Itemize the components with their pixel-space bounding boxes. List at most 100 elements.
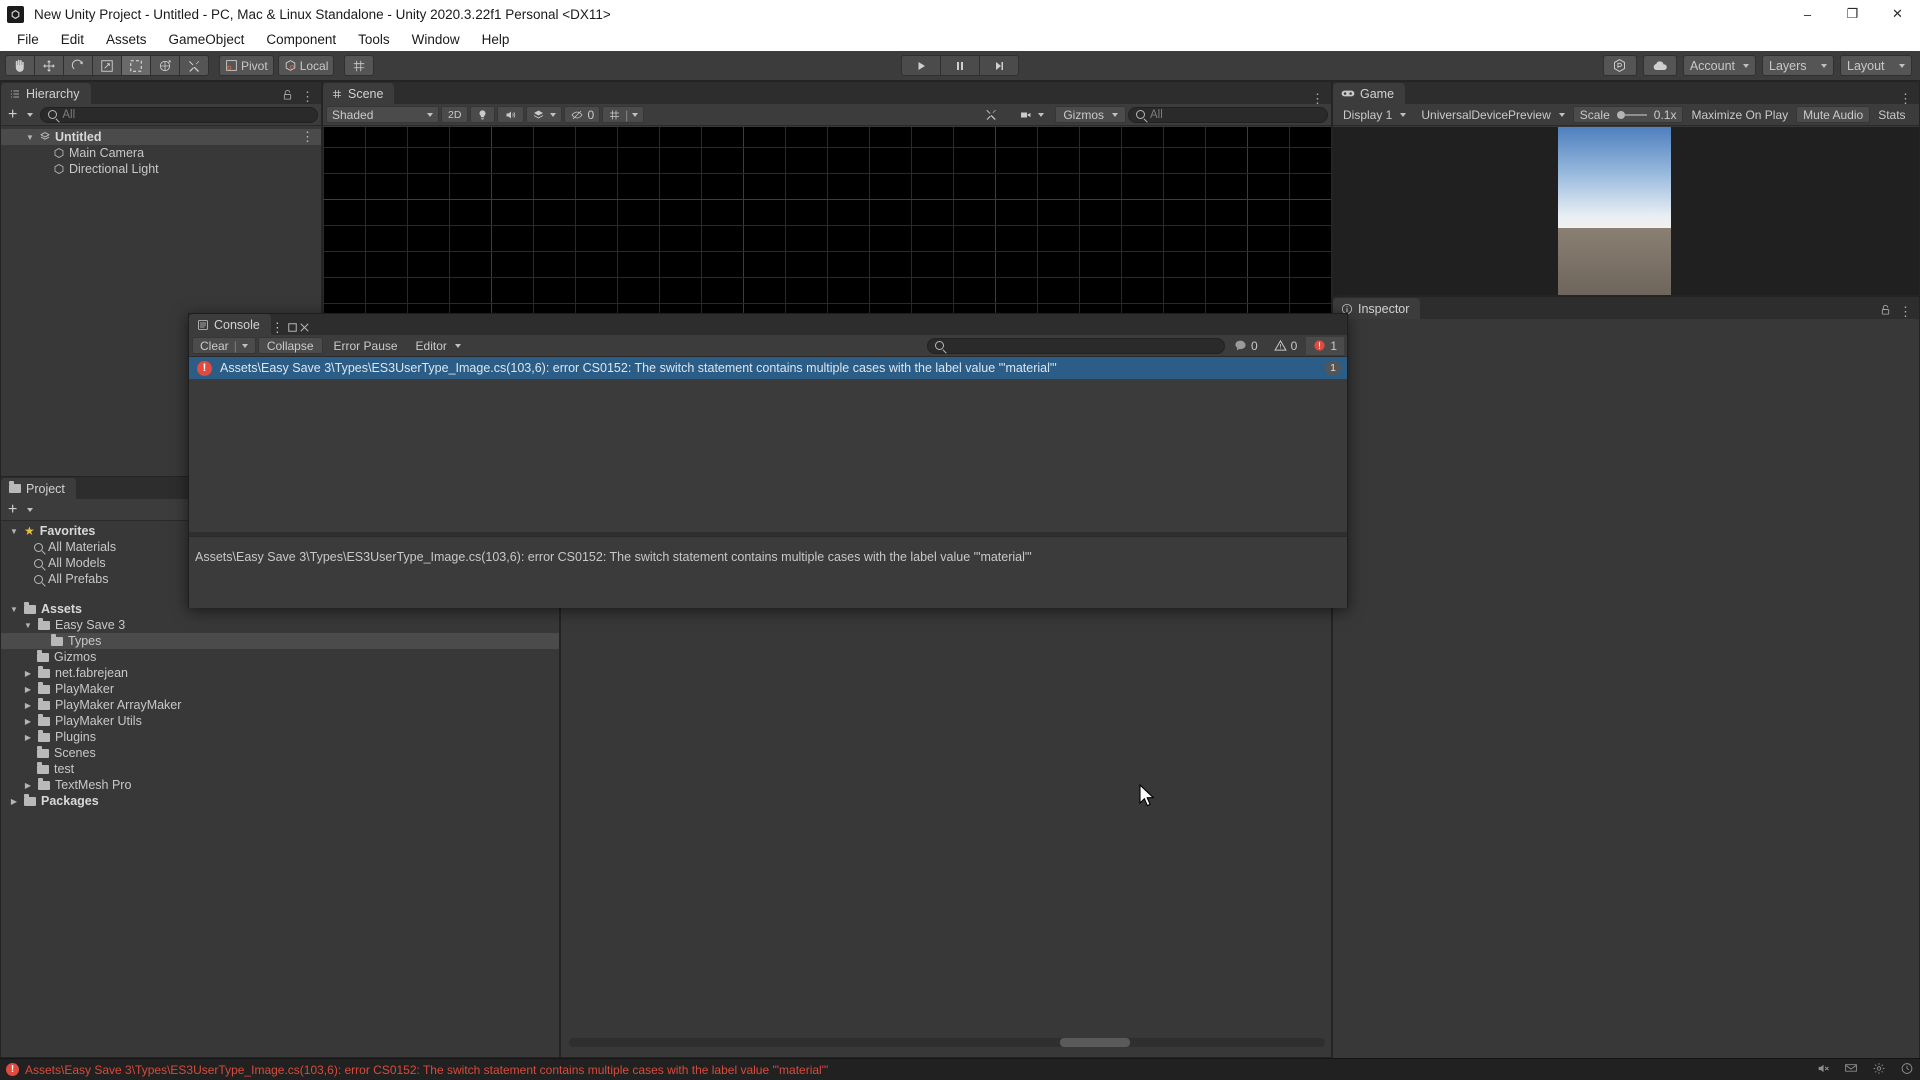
close-button[interactable]: ✕ bbox=[1875, 0, 1920, 28]
menu-edit[interactable]: Edit bbox=[50, 30, 95, 49]
console-close-icon[interactable] bbox=[300, 320, 309, 335]
chevron-right-icon[interactable]: ▶ bbox=[9, 797, 19, 806]
account-dropdown[interactable]: Account bbox=[1682, 55, 1756, 76]
project-item-types[interactable]: Types bbox=[1, 633, 559, 649]
rect-tool-icon[interactable] bbox=[121, 55, 151, 76]
lock-icon[interactable] bbox=[1880, 304, 1891, 319]
console-collapse-toggle[interactable]: Collapse bbox=[257, 337, 323, 354]
project-item-packages[interactable]: ▶ Packages bbox=[1, 793, 559, 809]
menu-tools[interactable]: Tools bbox=[347, 30, 401, 49]
project-item-test[interactable]: test bbox=[1, 761, 559, 777]
console-menu-icon[interactable]: ⋮ bbox=[271, 320, 284, 335]
chevron-right-icon[interactable]: ▶ bbox=[23, 701, 33, 710]
chevron-right-icon[interactable]: ▶ bbox=[23, 717, 33, 726]
project-item-textmesh-pro[interactable]: ▶ TextMesh Pro bbox=[1, 777, 559, 793]
console-clear-button[interactable]: Clear | bbox=[192, 337, 256, 354]
hierarchy-row-menu-icon[interactable]: ⋮ bbox=[301, 130, 314, 143]
game-display-dropdown[interactable]: Display 1 bbox=[1336, 106, 1413, 123]
minimize-button[interactable]: – bbox=[1785, 0, 1830, 28]
console-error-count[interactable]: 1 bbox=[1306, 336, 1344, 355]
hand-tool-icon[interactable] bbox=[5, 55, 35, 76]
scene-audio-toggle[interactable] bbox=[497, 106, 525, 123]
menu-help[interactable]: Help bbox=[471, 30, 521, 49]
hierarchy-item-untitled[interactable]: ▼ Untitled ⋮ bbox=[1, 129, 321, 145]
game-maximize-on-play-toggle[interactable]: Maximize On Play bbox=[1684, 106, 1795, 123]
progress-icon[interactable] bbox=[1900, 1062, 1914, 1078]
project-item-plugins[interactable]: ▶ Plugins bbox=[1, 729, 559, 745]
notification-icon[interactable] bbox=[1844, 1062, 1858, 1078]
game-scale-slider[interactable]: Scale 0.1x bbox=[1572, 106, 1684, 123]
console-maximize-icon[interactable] bbox=[287, 320, 301, 335]
chevron-right-icon[interactable]: ▶ bbox=[23, 781, 33, 790]
project-item-net-fabrejean[interactable]: ▶ net.fabrejean bbox=[1, 665, 559, 681]
scene-search-input[interactable]: All bbox=[1128, 106, 1328, 123]
scene-camera-icon[interactable] bbox=[1009, 106, 1053, 123]
scene-2d-toggle[interactable]: 2D bbox=[441, 106, 469, 123]
project-item-playmaker-arraymaker[interactable]: ▶ PlayMaker ArrayMaker bbox=[1, 697, 559, 713]
console-log-entry[interactable]: ! Assets\Easy Save 3\Types\ES3UserType_I… bbox=[189, 357, 1347, 379]
move-tool-icon[interactable] bbox=[34, 55, 64, 76]
grid-snap-button[interactable] bbox=[344, 55, 375, 76]
scene-hidden-objects-toggle[interactable]: 0 bbox=[564, 106, 601, 123]
hierarchy-menu-icon[interactable]: ⋮ bbox=[301, 90, 314, 103]
lock-icon[interactable] bbox=[282, 89, 293, 104]
console-detail-pane[interactable]: Assets\Easy Save 3\Types\ES3UserType_Ima… bbox=[189, 536, 1347, 608]
project-item-easy-save-3[interactable]: ▼ Easy Save 3 bbox=[1, 617, 559, 633]
chevron-down-icon[interactable]: ▼ bbox=[23, 621, 33, 630]
console-search-input[interactable] bbox=[926, 337, 1225, 354]
inspector-menu-icon[interactable]: ⋮ bbox=[1899, 305, 1912, 318]
menu-assets[interactable]: Assets bbox=[95, 30, 158, 49]
hierarchy-item-directional-light[interactable]: Directional Light bbox=[1, 161, 321, 177]
project-item-playmaker[interactable]: ▶ PlayMaker bbox=[1, 681, 559, 697]
project-horizontal-scrollbar[interactable] bbox=[569, 1038, 1325, 1047]
scene-grid-toggle[interactable]: | bbox=[602, 106, 645, 123]
project-item-playmaker-utils[interactable]: ▶ PlayMaker Utils bbox=[1, 713, 559, 729]
game-mute-audio-toggle[interactable]: Mute Audio bbox=[1796, 106, 1871, 123]
layout-dropdown[interactable]: Layout bbox=[1840, 55, 1912, 76]
cloud-icon[interactable] bbox=[1642, 55, 1677, 76]
custom-tool-icon[interactable] bbox=[179, 55, 209, 76]
project-item-gizmos[interactable]: Gizmos bbox=[1, 649, 559, 665]
tab-game[interactable]: Game bbox=[1333, 83, 1406, 104]
scale-tool-icon[interactable] bbox=[92, 55, 122, 76]
scene-tools-icon[interactable] bbox=[975, 106, 1007, 123]
game-menu-icon[interactable]: ⋮ bbox=[1899, 92, 1912, 105]
tab-project[interactable]: Project bbox=[1, 478, 76, 499]
scene-shading-dropdown[interactable]: Shaded bbox=[326, 106, 439, 123]
hierarchy-add-button[interactable]: + bbox=[8, 106, 17, 122]
local-toggle-button[interactable]: Local bbox=[277, 55, 335, 76]
scene-viewport[interactable] bbox=[323, 127, 1331, 320]
rotate-tool-icon[interactable] bbox=[63, 55, 93, 76]
chevron-right-icon[interactable]: ▶ bbox=[23, 669, 33, 678]
play-button[interactable] bbox=[901, 55, 941, 76]
transform-tool-icon[interactable] bbox=[150, 55, 180, 76]
game-viewport[interactable] bbox=[1333, 127, 1919, 295]
tab-hierarchy[interactable]: Hierarchy bbox=[1, 83, 91, 104]
chevron-down-icon[interactable]: ▼ bbox=[9, 605, 19, 614]
console-info-count[interactable]: 0 bbox=[1227, 337, 1265, 355]
menu-file[interactable]: File bbox=[6, 30, 50, 49]
scene-fx-toggle[interactable] bbox=[526, 106, 563, 123]
collab-icon[interactable] bbox=[1602, 55, 1637, 76]
menu-component[interactable]: Component bbox=[255, 30, 347, 49]
layers-dropdown[interactable]: Layers bbox=[1762, 55, 1834, 76]
scene-gizmos-dropdown[interactable]: Gizmos bbox=[1055, 106, 1126, 123]
hierarchy-search-input[interactable]: All bbox=[40, 106, 318, 123]
pause-button[interactable] bbox=[940, 55, 980, 76]
console-editor-dropdown[interactable]: Editor bbox=[409, 337, 468, 354]
game-stats-toggle[interactable]: Stats bbox=[1871, 106, 1912, 123]
step-button[interactable] bbox=[979, 55, 1019, 76]
hierarchy-item-main-camera[interactable]: Main Camera bbox=[1, 145, 321, 161]
chevron-right-icon[interactable]: ▶ bbox=[23, 733, 33, 742]
chevron-down-icon[interactable]: ▼ bbox=[9, 527, 19, 536]
chevron-right-icon[interactable]: ▶ bbox=[23, 685, 33, 694]
mute-icon[interactable] bbox=[1816, 1062, 1830, 1078]
settings-icon[interactable] bbox=[1872, 1062, 1886, 1078]
menu-window[interactable]: Window bbox=[401, 30, 471, 49]
maximize-button[interactable]: ❐ bbox=[1830, 0, 1875, 28]
tab-console[interactable]: Console bbox=[189, 314, 271, 335]
project-item-scenes[interactable]: Scenes bbox=[1, 745, 559, 761]
chevron-down-icon[interactable]: ▼ bbox=[25, 133, 35, 142]
console-error-pause-toggle[interactable]: Error Pause bbox=[325, 337, 407, 354]
console-warning-count[interactable]: 0 bbox=[1267, 337, 1305, 355]
